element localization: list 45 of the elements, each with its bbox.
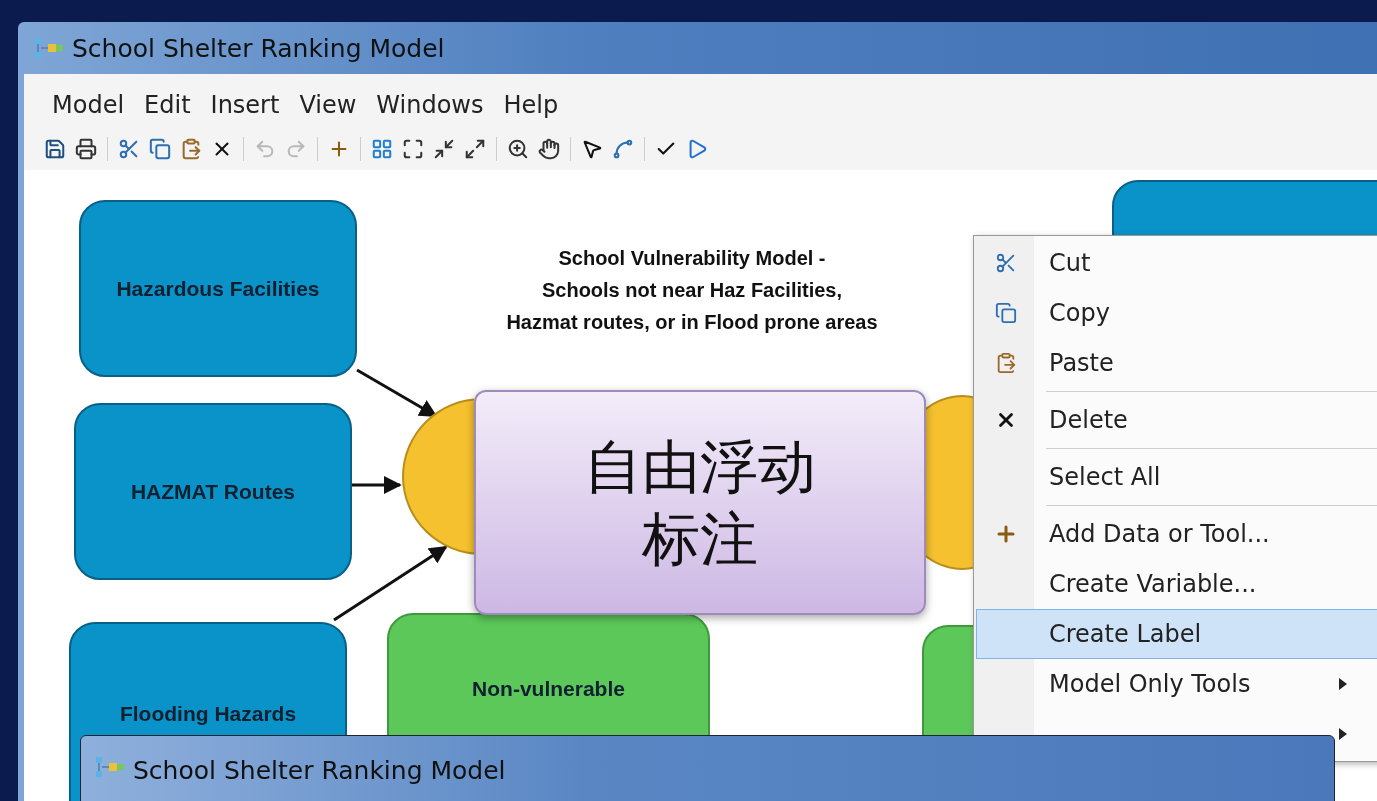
menu-item[interactable]: Help: [495, 91, 567, 119]
expand-arrows-icon: [464, 138, 486, 160]
model-icon: [34, 37, 64, 59]
menu-item[interactable]: Model: [44, 91, 133, 119]
connector-arrow: [352, 476, 402, 494]
menu-option[interactable]: Model Only Tools: [976, 659, 1377, 709]
model-icon: [95, 756, 125, 778]
menu-option[interactable]: Cut: [976, 238, 1377, 288]
hand-icon: [538, 138, 560, 160]
data-node[interactable]: HAZMAT Routes: [74, 403, 352, 580]
menu-option[interactable]: Delete: [976, 395, 1377, 445]
submenu-arrow-icon: [1339, 728, 1347, 740]
menu-item[interactable]: Windows: [368, 91, 492, 119]
menu-option[interactable]: Paste: [976, 338, 1377, 388]
paste-icon: [180, 138, 202, 160]
paste-icon: [995, 352, 1017, 374]
menu-option[interactable]: Create Label: [976, 609, 1377, 659]
printer-icon: [75, 138, 97, 160]
save-icon: [44, 138, 66, 160]
menu-item[interactable]: View: [291, 91, 365, 119]
menu-item[interactable]: Edit: [136, 91, 199, 119]
full-extent-icon: [402, 138, 424, 160]
copy-icon: [149, 138, 171, 160]
floating-label[interactable]: 自由浮动 标注: [474, 390, 926, 615]
menu-option[interactable]: Create Variable...: [976, 559, 1377, 609]
menu-option[interactable]: Select All: [976, 452, 1377, 502]
scissors-icon: [118, 138, 140, 160]
undo-icon: [254, 138, 276, 160]
redo-icon: [285, 138, 307, 160]
menu-option[interactable]: Add Data or Tool...: [976, 509, 1377, 559]
shrink-arrows-icon: [433, 138, 455, 160]
pointer-icon: [581, 138, 603, 160]
connect-icon: [612, 138, 634, 160]
zoom-in-icon: [507, 138, 529, 160]
submenu-arrow-icon: [1339, 678, 1347, 690]
toolbar-button[interactable]: [536, 136, 562, 162]
menu-option[interactable]: Copy: [976, 288, 1377, 338]
scissors-icon: [995, 252, 1017, 274]
toolbar-button[interactable]: [73, 136, 99, 162]
window-title: School Shelter Ranking Model: [72, 33, 445, 63]
model-title: School Vulnerability Model - Schools not near Haz Facilities, Hazmat routes, or in Flood prone areas: [505, 246, 879, 335]
data-node[interactable]: Hazardous Facilities: [79, 200, 357, 377]
copy-icon: [995, 302, 1017, 324]
grid-icon: [371, 138, 393, 160]
menu-item[interactable]: Insert: [202, 91, 288, 119]
